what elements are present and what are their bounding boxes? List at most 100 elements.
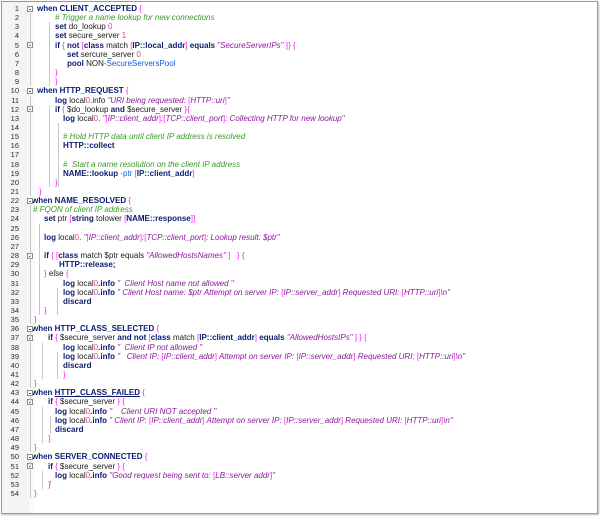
code-line[interactable]: if { not [class match [IP::local_addr] e… <box>55 41 296 50</box>
code-line[interactable]: } <box>55 68 58 77</box>
code-line[interactable]: log local0. "[IP::client_addr]:[TCP::cli… <box>63 114 345 123</box>
code-line[interactable]: set do_lookup 0 <box>55 22 112 31</box>
code-line[interactable]: log local0.info " Client IP: [IP::client… <box>63 352 465 361</box>
text-token: match <box>172 333 197 343</box>
code-line[interactable]: if { $do_lookup and $secure_server }{ <box>55 105 190 114</box>
line-number: 25 <box>10 223 19 233</box>
line-number: 45 <box>10 406 19 416</box>
code-line[interactable]: set ptr [string tolower [NAME::response]… <box>44 214 195 223</box>
indent-guide <box>30 333 31 389</box>
keyword-token: when <box>32 196 55 206</box>
line-number: 23 <box>10 205 19 215</box>
code-line[interactable]: when HTTP_CLASS_FAILED { <box>32 388 145 397</box>
code-line[interactable]: when SERVER_CONNECTED { <box>32 452 147 461</box>
keyword-token: equals <box>189 40 218 50</box>
string-token: Requested URI: <box>343 415 405 425</box>
text-token: local <box>77 278 94 288</box>
code-editor[interactable]: when CLIENT_ACCEPTED {# Trigger a name l… <box>1 1 598 514</box>
code-line[interactable]: if { $secure_server } { <box>48 462 125 471</box>
code-line[interactable]: log local0.info "URI being requested: [H… <box>55 96 230 105</box>
code-line[interactable]: } else { <box>44 269 68 278</box>
indent-guide <box>58 122 59 187</box>
code-line[interactable]: pool NON-SecureServersPool <box>67 59 175 68</box>
text-token: $ptr <box>104 251 121 261</box>
text-token: tolower <box>96 214 125 224</box>
code-line[interactable]: if { $secure_server and not [class match… <box>48 333 367 342</box>
string-token: " Client Host name: $ptr Attempt on serv… <box>117 287 282 297</box>
keyword-token: discard <box>63 296 92 306</box>
text-token: do_lookup <box>68 22 108 32</box>
code-line[interactable]: set secure_server 1 <box>55 31 126 40</box>
code-line[interactable]: log local0.info " Client IP: [IP::client… <box>55 416 453 425</box>
code-line[interactable]: set sercure_server 0 <box>67 50 141 59</box>
fold-toggle-icon[interactable] <box>27 453 33 460</box>
string-token: \n" <box>455 351 466 361</box>
line-number: 8 <box>14 68 19 78</box>
line-number: 38 <box>10 342 19 352</box>
code-line[interactable]: log local0.info " Client IP not allowed … <box>63 343 202 352</box>
code-line[interactable]: # Hold HTTP data until client IP address… <box>63 132 245 141</box>
string-token: HTTP::uri <box>190 95 225 105</box>
code-line[interactable]: discard <box>63 297 91 306</box>
text-token: .info <box>90 95 108 105</box>
line-number: 1 <box>14 4 19 13</box>
text-token: secure_server <box>68 31 122 41</box>
string-token: " Client Host name not allowed " <box>117 278 234 288</box>
keyword-token: .info <box>98 278 118 288</box>
code-line[interactable]: # Start a name resolution on the client … <box>63 160 240 169</box>
code-line[interactable]: log local0.info " Client Host name not a… <box>63 279 234 288</box>
string-token: "URI being requested: <box>107 95 189 105</box>
code-line[interactable]: } <box>34 379 37 388</box>
text-token: local <box>69 415 86 425</box>
code-line[interactable]: } <box>34 315 37 324</box>
code-line[interactable]: log local0.info " Client Host name: $ptr… <box>63 288 450 297</box>
code-line[interactable]: when CLIENT_ACCEPTED { <box>37 4 142 13</box>
brace-token: } <box>44 305 47 315</box>
line-number: 32 <box>10 287 19 297</box>
code-line[interactable]: } <box>34 489 37 498</box>
code-line[interactable]: when NAME_RESOLVED { <box>32 196 131 205</box>
code-line[interactable]: } <box>44 306 47 315</box>
code-line[interactable]: when HTTP_CLASS_SELECTED { <box>32 324 159 333</box>
code-line[interactable]: } <box>39 187 42 196</box>
code-line[interactable]: # FQON of client IP address <box>33 205 133 214</box>
code-line[interactable]: if { [class match $ptr equals "AllowedHo… <box>44 251 245 260</box>
text-token: $secure_server <box>60 461 118 471</box>
code-line[interactable]: } <box>48 434 51 443</box>
code-line[interactable]: if { $secure_server } { <box>48 397 125 406</box>
code-line[interactable]: log local0. "[IP::client_addr]:[TCP::cli… <box>44 233 280 242</box>
fold-toggle-icon[interactable] <box>27 197 33 204</box>
line-number: 33 <box>10 296 19 306</box>
line-number: 9 <box>14 77 19 87</box>
code-line[interactable]: HTTP::collect <box>63 141 115 150</box>
keyword-token: log <box>63 278 78 288</box>
line-number: 7 <box>14 58 19 68</box>
text-token: local <box>77 351 94 361</box>
line-number: 48 <box>10 434 19 444</box>
text-token: equals <box>120 251 147 261</box>
code-line[interactable]: discard <box>55 425 83 434</box>
keyword-token: discard <box>63 360 92 370</box>
code-line[interactable]: } <box>63 370 66 379</box>
line-number: 5 <box>14 40 19 50</box>
string-token: "AllowedHostsNames" <box>146 251 229 261</box>
code-line[interactable]: NAME::lookup -ptr [IP::client_addr] <box>63 169 195 178</box>
code-line[interactable]: log local0.info "Good request being sent… <box>55 471 275 480</box>
line-number: 47 <box>10 424 19 434</box>
code-line[interactable]: HTTP::release; <box>59 260 115 269</box>
line-number: 12 <box>10 104 19 114</box>
code-line[interactable]: when HTTP_REQUEST { <box>37 86 129 95</box>
fold-toggle-icon[interactable] <box>27 389 33 396</box>
code-line[interactable]: } <box>34 443 37 452</box>
code-line[interactable]: log local0.info " Client URI NOT accepte… <box>55 407 216 416</box>
number-token: 1 <box>121 31 127 41</box>
code-line[interactable]: # Trigger a name lookup for new connecti… <box>55 13 215 22</box>
code-line[interactable]: discard <box>63 361 91 370</box>
code-line[interactable]: } <box>55 77 58 86</box>
fold-toggle-icon[interactable] <box>27 5 33 12</box>
keyword-token: .info <box>98 342 118 352</box>
fold-toggle-icon[interactable] <box>27 325 33 332</box>
line-number: 22 <box>10 196 19 206</box>
keyword-token: CLIENT_ACCEPTED <box>59 4 140 13</box>
fold-toggle-icon[interactable] <box>27 87 33 94</box>
